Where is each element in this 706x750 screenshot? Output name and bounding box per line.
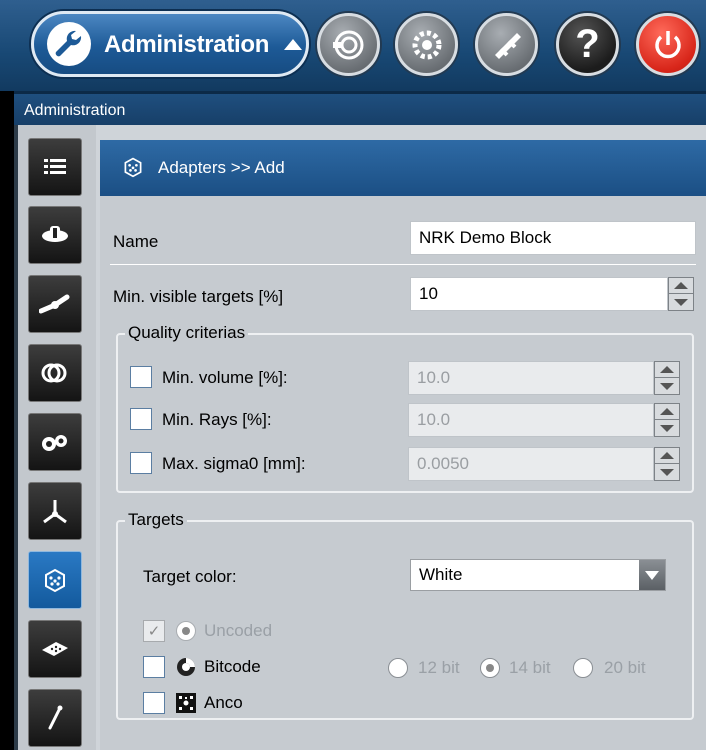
scanner-icon: [42, 226, 68, 242]
target-color-select[interactable]: White: [410, 559, 666, 591]
min-volume-stepper[interactable]: [654, 361, 680, 395]
max-sigma-input[interactable]: 0.0050: [408, 447, 654, 481]
name-input[interactable]: NRK Demo Block: [410, 221, 696, 255]
list-icon: [44, 159, 66, 174]
sidebar-item-scanner[interactable]: [28, 206, 82, 264]
uncoded-icon: [176, 621, 196, 641]
tools-button[interactable]: [475, 13, 538, 76]
quality-criterias-title: Quality criterias: [125, 323, 249, 343]
administration-label: Administration: [104, 31, 270, 58]
bit14-label: 14 bit: [509, 658, 551, 677]
anco-checkbox[interactable]: [143, 692, 165, 714]
target-color-value: White: [419, 565, 463, 584]
cameras-icon: [42, 435, 67, 451]
name-label: Name: [113, 232, 159, 251]
help-button[interactable]: ?: [556, 13, 619, 76]
bitcode-icon: [177, 658, 195, 676]
stepper-down-icon[interactable]: [655, 464, 679, 480]
section-title: Administration: [24, 102, 126, 119]
settings-button[interactable]: [395, 13, 458, 76]
bit14-radio[interactable]: [480, 658, 500, 678]
min-rays-stepper[interactable]: [654, 403, 680, 437]
help-icon: ?: [575, 22, 600, 66]
gear-icon: [412, 30, 441, 59]
max-sigma-checkbox[interactable]: [130, 452, 152, 474]
stepper-up-icon[interactable]: [655, 404, 679, 420]
adapter-icon: [124, 157, 142, 178]
sidebar-item-adapters[interactable]: [28, 551, 82, 609]
bit20-radio[interactable]: [573, 658, 593, 678]
administration-menu-button[interactable]: Administration: [31, 11, 309, 77]
adapter-form: Name NRK Demo Block Min. visible targets…: [100, 196, 706, 750]
sidebar-item-plate[interactable]: [28, 620, 82, 678]
anco-icon: [176, 693, 196, 713]
breadcrumb: Adapters >> Add: [158, 158, 285, 177]
targets-title: Targets: [125, 510, 187, 530]
measure-icon: [332, 30, 363, 59]
sidebar-item-targets[interactable]: [28, 344, 82, 402]
min-volume-input[interactable]: 10.0: [408, 361, 654, 395]
min-rays-checkbox[interactable]: [130, 408, 152, 430]
min-volume-label: Min. volume [%]:: [162, 368, 288, 387]
sidebar-item-axes[interactable]: [28, 482, 82, 540]
content-header: Adapters >> Add: [100, 140, 706, 196]
sidebar: [18, 125, 96, 750]
stepper-down-icon[interactable]: [655, 420, 679, 436]
max-sigma-label: Max. sigma0 [mm]:: [162, 454, 306, 473]
chevron-down-icon: [639, 560, 665, 590]
measure-button[interactable]: [317, 13, 380, 76]
wrench-icon: [47, 22, 91, 66]
bit20-label: 20 bit: [604, 658, 646, 677]
plate-icon: [42, 642, 68, 656]
left-edge: [0, 91, 14, 750]
min-rays-input[interactable]: 10.0: [408, 403, 654, 437]
stepper-down-icon[interactable]: [655, 378, 679, 394]
anco-label: Anco: [204, 693, 243, 712]
bitcode-checkbox[interactable]: [143, 656, 165, 678]
probe-icon: [48, 705, 63, 730]
sidebar-item-arm[interactable]: [28, 275, 82, 333]
min-visible-targets-input[interactable]: 10: [410, 277, 668, 311]
section-title-bar: Administration: [0, 91, 706, 125]
stepper-up-icon[interactable]: [669, 278, 693, 294]
stepper-up-icon[interactable]: [655, 448, 679, 464]
min-visible-targets-stepper[interactable]: [668, 277, 694, 311]
power-button[interactable]: [636, 13, 699, 76]
target-color-label: Target color:: [143, 567, 237, 586]
arm-icon: [39, 294, 70, 314]
divider: [110, 264, 696, 265]
sidebar-item-probe[interactable]: [28, 689, 82, 747]
sidebar-item-list[interactable]: [28, 138, 82, 196]
adapter-icon: [45, 568, 65, 593]
uncoded-checkbox[interactable]: ✓: [143, 620, 165, 642]
min-visible-targets-label: Min. visible targets [%]: [113, 287, 284, 306]
bitcode-label: Bitcode: [204, 657, 261, 676]
target-rings-icon: [41, 363, 67, 383]
top-toolbar: Administration ?: [0, 0, 706, 91]
axes-icon: [43, 500, 67, 524]
min-volume-checkbox[interactable]: [130, 366, 152, 388]
stepper-down-icon[interactable]: [669, 294, 693, 310]
caliper-icon: [494, 32, 521, 59]
uncoded-label: Uncoded: [204, 621, 273, 640]
bit12-label: 12 bit: [418, 658, 460, 677]
min-rays-label: Min. Rays [%]:: [162, 410, 272, 429]
caret-up-icon: [284, 39, 302, 50]
bit12-radio[interactable]: [388, 658, 408, 678]
stepper-up-icon[interactable]: [655, 362, 679, 378]
targets-group: [116, 520, 694, 720]
max-sigma-stepper[interactable]: [654, 447, 680, 481]
sidebar-item-cameras[interactable]: [28, 413, 82, 471]
power-icon: [654, 30, 681, 58]
